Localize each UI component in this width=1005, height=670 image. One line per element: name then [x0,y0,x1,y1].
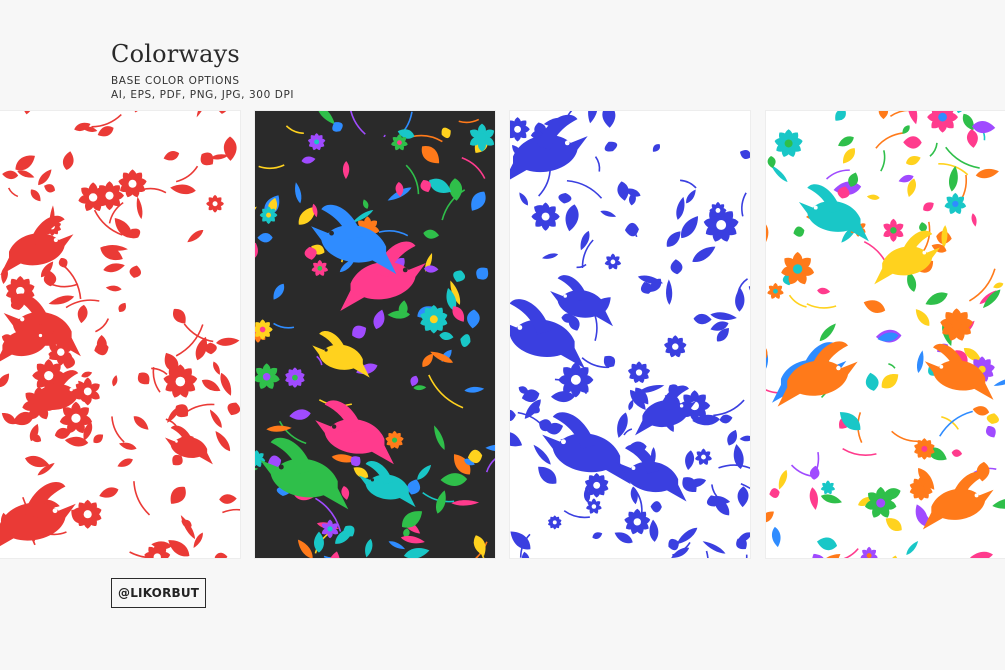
pattern-black-multicolor [255,111,495,558]
subtitle-line-2: AI, EPS, PDF, PNG, JPG, 300 DPI [111,89,295,101]
colorway-panel-blue[interactable] [510,111,750,558]
pattern-white-multicolor [766,111,1005,558]
pattern-red [0,111,240,558]
colorway-panels [0,111,1005,558]
subtitle-line-1: BASE COLOR OPTIONS [111,75,240,87]
pattern-blue [510,111,750,558]
colorway-panel-red[interactable] [0,111,240,558]
author-handle-button[interactable]: @LIKORBUT [111,578,207,608]
subtitle: BASE COLOR OPTIONS AI, EPS, PDF, PNG, JP… [111,74,294,102]
colorway-panel-black-multicolor[interactable] [255,111,495,558]
colorway-panel-white-multicolor[interactable] [766,111,1005,558]
header: Colorways BASE COLOR OPTIONS AI, EPS, PD… [111,40,294,102]
page-title: Colorways [111,40,240,68]
